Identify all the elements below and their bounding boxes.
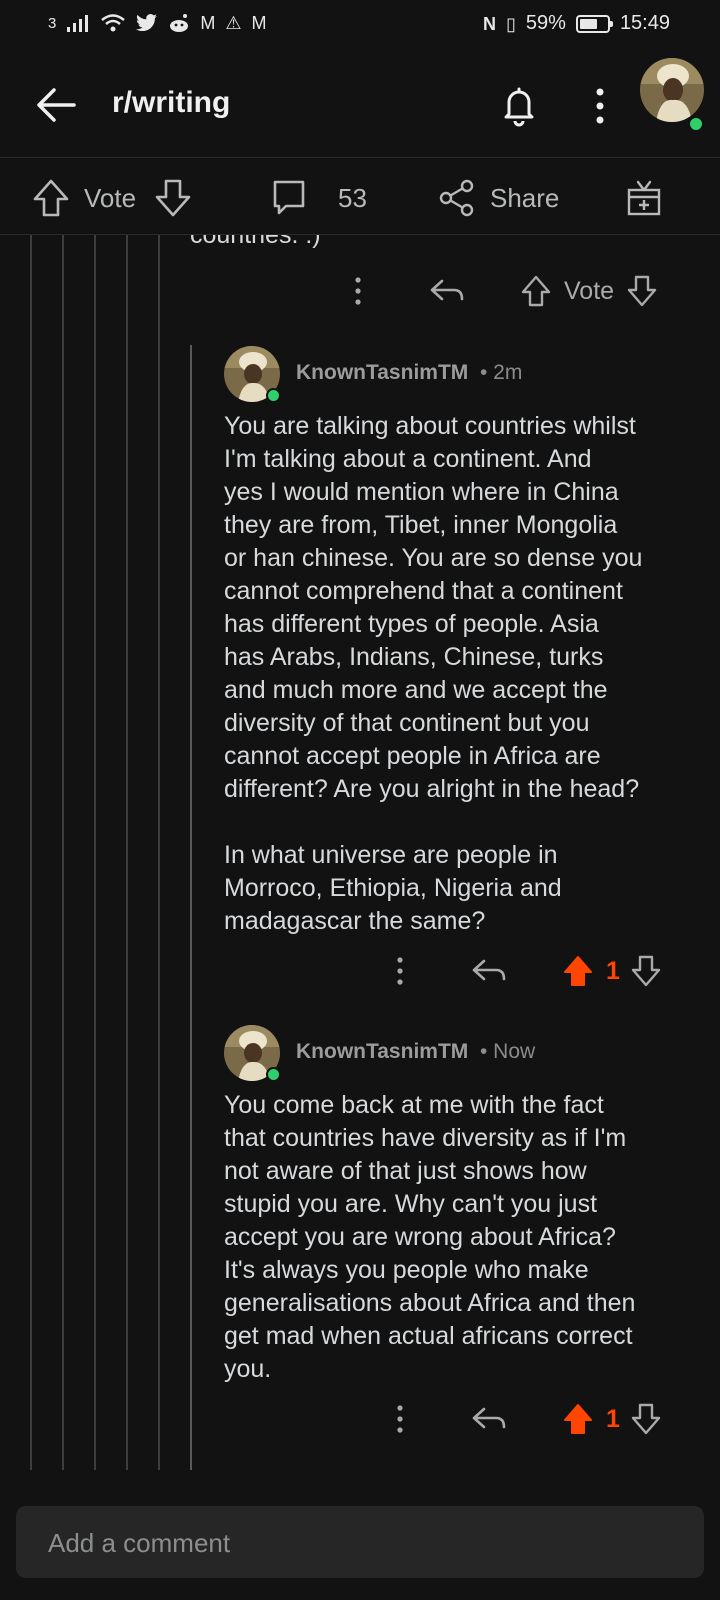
comment-username[interactable]: KnownTasnimTM	[296, 1040, 468, 1064]
upvote-icon-active[interactable]	[562, 1402, 594, 1436]
downvote-icon[interactable]	[154, 178, 192, 218]
wifi-icon	[101, 14, 126, 32]
more-options-icon[interactable]	[382, 953, 418, 989]
comment-actions: 1	[382, 1401, 662, 1437]
downvote-icon[interactable]	[630, 1402, 662, 1436]
warning-icon: ⚠	[225, 13, 242, 33]
downvote-icon[interactable]	[626, 274, 658, 308]
comment-actions: 1	[382, 953, 662, 989]
battery-icon	[575, 14, 613, 33]
more-options-icon[interactable]	[340, 273, 376, 309]
comment-header: KnownTasnimTM • Now	[224, 1025, 704, 1082]
thread-line[interactable]	[126, 235, 128, 1470]
comment-thread: countries. :) Vote KnownTasnimTM • 2m Yo…	[0, 235, 720, 1470]
nfc-icon: N	[483, 13, 496, 34]
vibrate-icon: ▯	[506, 13, 516, 34]
online-indicator	[266, 388, 281, 403]
downvote-icon[interactable]	[630, 954, 662, 988]
post-action-bar: Vote 53 Share	[0, 160, 720, 234]
more-options-icon[interactable]	[582, 82, 618, 130]
online-indicator	[266, 1067, 281, 1082]
vote-count: 1	[606, 956, 620, 985]
comment-username[interactable]: KnownTasnimTM	[296, 361, 468, 385]
vote-label: Vote	[564, 276, 615, 305]
carrier-label: 3	[48, 14, 57, 32]
upvote-icon[interactable]	[32, 178, 70, 218]
thread-line[interactable]	[94, 235, 96, 1470]
more-options-icon[interactable]	[382, 1401, 418, 1437]
vote-count: 1	[606, 1404, 620, 1433]
header-divider	[0, 157, 720, 158]
thread-line[interactable]	[30, 235, 32, 1470]
user-avatar[interactable]	[640, 58, 704, 122]
battery-percent: 59%	[525, 12, 566, 34]
reddit-icon	[170, 14, 189, 32]
thread-line[interactable]	[158, 235, 160, 1470]
comment: KnownTasnimTM • 2m You are talking about…	[224, 346, 704, 938]
share-icon	[439, 179, 474, 217]
reply-icon[interactable]	[428, 273, 466, 309]
clock: 15:49	[619, 12, 670, 34]
comments-button[interactable]: 53	[270, 178, 367, 218]
comment-icon	[273, 180, 305, 215]
app-header: r/writing	[0, 50, 720, 158]
comment: KnownTasnimTM • Now You come back at me …	[224, 1025, 704, 1386]
online-indicator	[688, 116, 704, 132]
status-bar: 3 M ⚠ M N ▯ 59% 15:49	[0, 0, 720, 50]
comment-body: You are talking about countries whilst I…	[224, 412, 643, 935]
add-comment-input[interactable]: Add a comment	[16, 1506, 704, 1578]
gmail-icon-2: M	[251, 13, 267, 33]
vote-label: Vote	[84, 182, 137, 213]
twitter-icon	[136, 14, 158, 32]
share-label: Share	[490, 182, 560, 213]
upvote-icon[interactable]	[520, 274, 552, 308]
comment-composer-bar: Add a comment	[0, 1486, 720, 1600]
share-button[interactable]: Share	[438, 178, 559, 218]
bell-icon[interactable]	[495, 80, 543, 128]
comment-time: • 2m	[480, 361, 523, 384]
reply-icon[interactable]	[470, 953, 508, 989]
comment-time: • Now	[480, 1040, 536, 1063]
comment-count: 53	[338, 182, 367, 213]
award-icon[interactable]	[625, 176, 663, 218]
previous-comment-tail: countries. :)	[190, 235, 321, 249]
thread-line[interactable]	[62, 235, 64, 1470]
subreddit-title[interactable]: r/writing	[112, 86, 230, 120]
back-arrow-icon[interactable]	[32, 80, 82, 130]
gmail-icon: M	[200, 13, 216, 33]
upvote-icon-active[interactable]	[562, 954, 594, 988]
reply-icon[interactable]	[470, 1401, 508, 1437]
previous-comment-actions: Vote	[340, 273, 658, 309]
vote-group: Vote	[32, 178, 192, 218]
comment-body: You come back at me with the fact that c…	[224, 1091, 636, 1383]
signal-icon	[67, 15, 89, 32]
comment-header: KnownTasnimTM • 2m	[224, 346, 704, 403]
thread-line-current[interactable]	[190, 345, 192, 1470]
add-comment-placeholder: Add a comment	[48, 1528, 231, 1558]
